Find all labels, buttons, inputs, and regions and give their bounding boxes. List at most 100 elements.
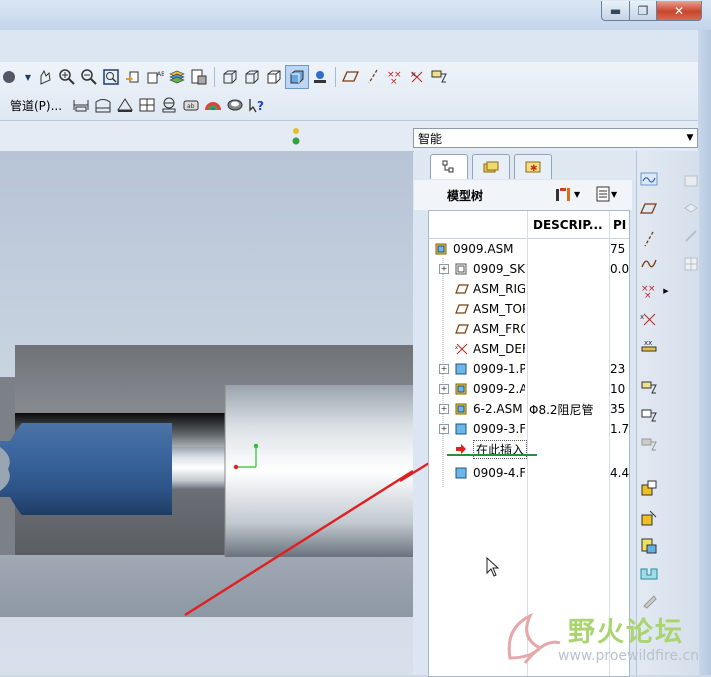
assemble-icon[interactable] [639,378,659,398]
mouse-cursor-icon [486,557,500,577]
selection-filter-select[interactable]: 智能 ▼ [413,128,698,148]
appearance-icon[interactable] [309,66,331,88]
package-icon[interactable] [639,435,659,455]
close-button[interactable]: ✕ [656,1,702,21]
analysis-icon[interactable]: xx [639,336,659,356]
spin-icon[interactable] [34,66,56,88]
model-tree-header: 模型树 ▼ ▼ [414,180,632,210]
tree-item[interactable]: ASM_TOP [429,299,629,319]
expand-toggle-icon[interactable]: + [439,384,449,394]
view-manager-icon[interactable] [188,66,210,88]
sketch-curve-icon[interactable] [639,169,659,189]
insert-here-marker[interactable]: 在此插入 [429,439,629,459]
tree-settings-button[interactable]: ▼ [554,185,580,203]
part-icon [455,363,467,375]
tree-item[interactable]: +0909-1.PI 23 [429,359,629,379]
column-p[interactable]: PI [613,218,626,232]
tree-column-header: DESCRIP... PI [429,211,629,239]
tree-item-p-value: 23 [610,362,626,376]
toolbar-row-view: ▼ AB × × × × [0,64,450,90]
render-icon[interactable] [224,94,246,116]
color-icon[interactable] [202,94,224,116]
dropdown-arrow-icon[interactable]: ▼ [22,66,34,88]
no-hidden-icon[interactable] [263,66,285,88]
tree-item[interactable]: +0909-2.AS 10 [429,379,629,399]
hidden-line-icon[interactable] [241,66,263,88]
cut-icon[interactable] [639,564,659,584]
zoom-in-icon[interactable] [56,66,78,88]
layers-icon[interactable] [166,66,188,88]
curve-icon[interactable] [639,254,659,274]
minimize-button[interactable]: ▬ [601,1,630,21]
tree-item[interactable]: +0909_SKE 0.0 [429,259,629,279]
tree-item[interactable]: +0909-3.F 1.7 [429,419,629,439]
tree-item-name: 0909-2.AS [473,382,525,396]
datum-plane-icon[interactable] [639,199,659,219]
feature-disabled-icon[interactable] [681,199,701,219]
tree-item-name: ASM_DEF [473,342,525,356]
chevron-right-icon[interactable]: ▶ [659,281,673,301]
measure-distance-icon[interactable] [70,94,92,116]
datum-point-icon[interactable]: × × × [639,281,659,301]
right-feature-toolbar: × × × x xx ▶ [636,151,699,675]
tree-show-button[interactable]: ▼ [595,185,617,203]
folder-browser-tab[interactable] [472,154,510,179]
model-tree-tab[interactable] [430,154,468,179]
sphere-icon[interactable] [0,66,22,88]
shading-icon[interactable] [285,65,309,89]
tree-item-p-value: 4.4 [610,466,630,480]
feature-disabled-icon[interactable] [681,254,701,274]
datum-axis-icon[interactable] [362,66,384,88]
tree-item[interactable]: +6-2.ASM Φ8.2阻尼管 35 [429,399,629,419]
tools-icon [556,188,570,201]
svg-text:×: × [390,77,398,86]
measure-area-icon[interactable] [92,94,114,116]
refit-icon[interactable] [122,66,144,88]
tree-item-p-value: 0.0 [610,262,630,276]
chevron-down-icon: ▼ [611,189,618,199]
feature-disabled-icon[interactable] [681,171,701,191]
datum-plane-icon[interactable] [340,66,362,88]
mirror-icon[interactable] [639,536,659,556]
tree-item[interactable]: 0909.ASM 75 [429,239,629,259]
named-view-icon[interactable]: AB [144,66,166,88]
zoom-fit-icon[interactable] [100,66,122,88]
tree-item[interactable]: 0909-4.F 4.4 [429,463,629,483]
measure-angle-icon[interactable] [114,94,136,116]
pattern-icon[interactable] [639,591,659,611]
show-list-icon [596,186,610,202]
expand-toggle-icon[interactable]: + [439,404,449,414]
expand-toggle-icon[interactable]: + [439,424,449,434]
wireframe-icon[interactable] [219,66,241,88]
section-icon[interactable] [158,94,180,116]
tree-item[interactable]: x ASM_DEF [429,339,629,359]
csys-icon[interactable]: x [639,309,659,329]
repeat-icon[interactable] [639,406,659,426]
plane-icon [455,323,469,335]
create-component-icon[interactable] [639,478,659,498]
model-tree[interactable]: DESCRIP... PI 0909.ASM 75 +0909_SKE 0.0 ASM_… [428,210,630,677]
svg-text:x: x [455,345,458,351]
maximize-button[interactable]: ❐ [629,1,657,21]
datum-point-icon[interactable]: × × × [384,66,406,88]
model-render [0,345,413,617]
grid-icon[interactable] [136,94,158,116]
feature-disabled-icon[interactable] [681,226,701,246]
tree-item[interactable]: ASM_FRO [429,319,629,339]
help-icon[interactable]: ? [246,94,268,116]
merge-icon[interactable] [639,508,659,528]
column-description[interactable]: DESCRIP... [533,218,603,232]
svg-text:ab: ab [187,103,195,110]
expand-toggle-icon[interactable]: + [439,364,449,374]
datum-axis-icon[interactable] [639,229,659,249]
favorites-tab[interactable]: ✱ [514,154,552,179]
pipe-menu[interactable]: 管道(P)... [10,97,62,114]
csys-icon[interactable]: × [406,66,428,88]
analysis-icon[interactable]: ab [180,94,202,116]
zoom-out-icon[interactable] [78,66,100,88]
tree-item[interactable]: ASM_RIG [429,279,629,299]
toolbar-separator [214,67,215,87]
expand-toggle-icon[interactable]: + [439,264,449,274]
annotation-icon[interactable] [428,66,450,88]
graphics-window[interactable] [0,151,413,675]
